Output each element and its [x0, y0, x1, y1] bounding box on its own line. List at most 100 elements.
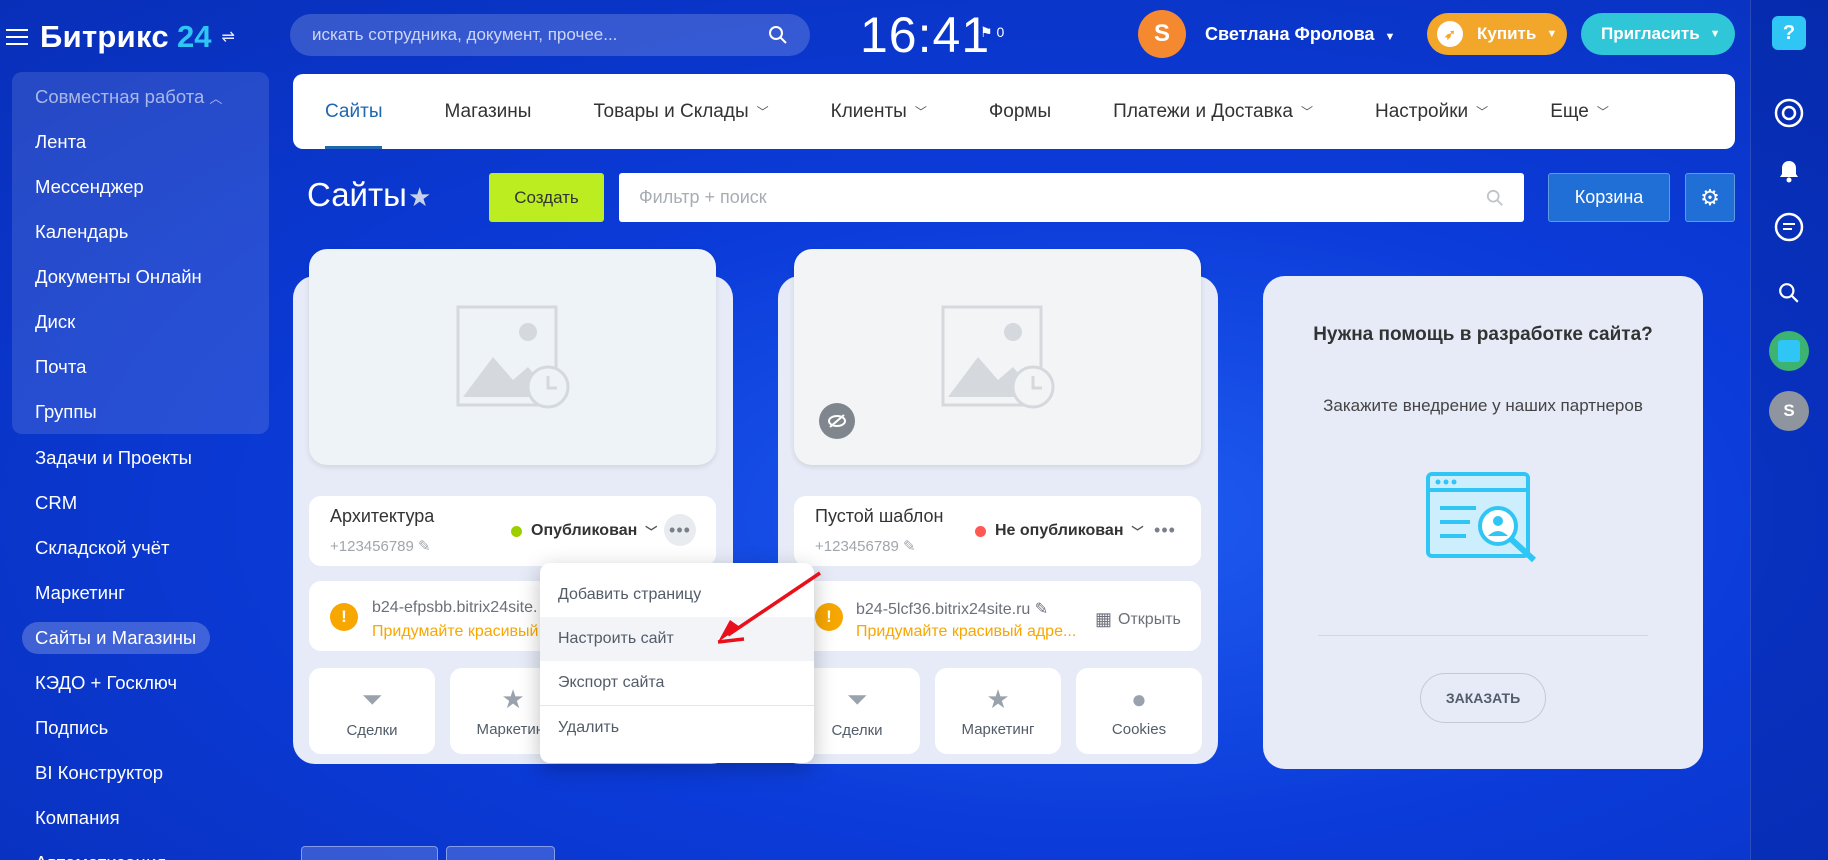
sidebar-item-bi[interactable]: BI Конструктор: [35, 762, 163, 784]
contact-avatar[interactable]: S: [1769, 391, 1809, 431]
sidebar-item-inventory[interactable]: Складской учёт: [35, 537, 170, 559]
global-search-input[interactable]: [312, 25, 768, 45]
promo-title: Нужна помощь в разработке сайта?: [1313, 324, 1653, 345]
tile-label: Cookies: [1111, 721, 1167, 738]
sidebar-item-tasks[interactable]: Задачи и Проекты: [35, 447, 192, 469]
sidebar-item-sign[interactable]: Подпись: [35, 717, 108, 739]
partner-search-icon: [1426, 472, 1537, 563]
buy-button[interactable]: ➶ Купить ▼: [1427, 13, 1567, 55]
sync-icon[interactable]: [1769, 93, 1809, 133]
tile-cookies[interactable]: ● Cookies: [1076, 668, 1202, 754]
flag-counter[interactable]: ⚑ 0: [980, 24, 1004, 41]
status-dropdown[interactable]: Опубликован ﹀: [511, 522, 657, 540]
site-phone[interactable]: +123456789 ✎: [815, 537, 916, 555]
star-icon: ★: [501, 684, 525, 714]
annotation-arrow-icon: [717, 571, 821, 644]
divider: [1318, 635, 1648, 636]
tab-settings[interactable]: Настройки ﹀: [1375, 74, 1488, 149]
image-placeholder-icon: [456, 305, 569, 409]
tab-label: Магазины: [444, 100, 532, 122]
tab-clients[interactable]: Клиенты ﹀: [831, 74, 927, 149]
star-icon[interactable]: ★: [408, 182, 431, 213]
menu-icon[interactable]: [6, 29, 28, 45]
site-name[interactable]: Пустой шаблон: [815, 506, 943, 527]
tile-label: Сделки: [346, 721, 398, 739]
sidebar-item-mail[interactable]: Почта: [35, 356, 86, 378]
logo-number: 24: [176, 19, 212, 54]
tab-label: Платежи и Доставка: [1113, 100, 1293, 122]
filter-search[interactable]: [619, 173, 1524, 222]
status-label: Опубликован: [531, 522, 638, 539]
bottom-tab[interactable]: [301, 846, 438, 860]
tab-shops[interactable]: Магазины: [444, 74, 531, 149]
sidebar-item-marketing[interactable]: Маркетинг: [35, 582, 125, 604]
open-site-link[interactable]: ▦ Открыть: [1095, 609, 1181, 630]
top-nav: Сайты Магазины Товары и Склады ﹀ Клиенты ﹀…: [293, 74, 1735, 149]
user-menu[interactable]: Светлана Фролова ▼: [1205, 24, 1395, 45]
site-url[interactable]: b24-efpsbb.bitrix24site.: [372, 599, 537, 617]
rocket-icon: ➶: [1437, 21, 1463, 47]
site-preview[interactable]: [794, 249, 1201, 465]
bottom-tab[interactable]: [446, 846, 555, 860]
sidebar-item-calendar[interactable]: Календарь: [35, 221, 128, 243]
more-icon[interactable]: •••: [1149, 514, 1181, 546]
sidebar-item-feed[interactable]: Лента: [35, 131, 86, 153]
site-url[interactable]: b24-5lcf36.bitrix24site.ru ✎: [856, 599, 1048, 619]
tab-label: Клиенты: [830, 100, 907, 122]
global-search[interactable]: [290, 14, 810, 56]
clock[interactable]: 16:41: [860, 6, 990, 64]
tile-deals[interactable]: ⏷ Сделки: [309, 668, 435, 754]
address-hint[interactable]: Придумайте красивый: [372, 623, 539, 641]
site-phone[interactable]: +123456789 ✎: [330, 537, 431, 555]
tile-marketing[interactable]: ★ Маркетинг: [935, 668, 1061, 754]
sidebar-item-documents[interactable]: Документы Онлайн: [35, 266, 202, 288]
sidebar-item-automation[interactable]: Автоматизация: [35, 852, 166, 860]
sidebar-item-sites[interactable]: Сайты и Магазины: [35, 627, 196, 649]
settings-sliders-icon[interactable]: ⇌: [221, 27, 234, 47]
search-icon[interactable]: [1769, 273, 1809, 313]
address-hint[interactable]: Придумайте красивый адре...: [856, 623, 1076, 641]
sidebar-item-crm[interactable]: CRM: [35, 492, 77, 514]
chevron-down-icon: ﹀: [1300, 105, 1313, 119]
logo[interactable]: Битрикс 24 ⇌: [0, 8, 235, 66]
chevron-up-icon: ︿: [209, 91, 223, 106]
sidebar-item-groups[interactable]: Группы: [35, 401, 97, 423]
tab-goods[interactable]: Товары и Склады ﹀: [593, 74, 768, 149]
search-icon[interactable]: [768, 25, 788, 45]
invite-button[interactable]: Пригласить ▼: [1581, 13, 1735, 55]
sidebar-item-messenger[interactable]: Мессенджер: [35, 176, 144, 198]
bell-icon[interactable]: [1769, 151, 1809, 191]
tile-label: Маркетинг: [476, 721, 550, 738]
site-name[interactable]: Архитектура: [330, 506, 434, 527]
user-avatar[interactable]: S: [1138, 10, 1186, 58]
tab-payments[interactable]: Платежи и Доставка ﹀: [1113, 74, 1313, 149]
status-dropdown[interactable]: Не опубликован ﹀: [975, 522, 1144, 540]
gear-icon[interactable]: ⚙: [1685, 173, 1735, 222]
chevron-down-icon: ﹀: [645, 524, 658, 539]
more-icon[interactable]: •••: [664, 514, 696, 546]
chat-icon[interactable]: [1769, 207, 1809, 247]
sidebar-item-disk[interactable]: Диск: [35, 311, 75, 333]
tab-more[interactable]: Еще ﹀: [1550, 74, 1609, 149]
search-icon[interactable]: [1486, 189, 1504, 207]
sidebar-item-company[interactable]: Компания: [35, 807, 120, 829]
filter-input[interactable]: [639, 187, 1486, 208]
create-button[interactable]: Создать: [489, 173, 604, 222]
promo-subtitle: Закажите внедрение у наших партнеров: [1323, 396, 1643, 415]
chevron-down-icon: ﹀: [914, 105, 927, 119]
tab-sites[interactable]: Сайты: [325, 74, 383, 149]
sidebar-item-kedo[interactable]: КЭДО + Госключ: [35, 672, 177, 694]
chevron-down-icon: ﹀: [1476, 105, 1489, 119]
cart-button[interactable]: Корзина: [1548, 173, 1670, 222]
group-chat-icon[interactable]: [1769, 331, 1809, 371]
menu-item-delete[interactable]: Удалить: [540, 706, 814, 750]
menu-item-export-site[interactable]: Экспорт сайта: [540, 661, 814, 705]
tab-forms[interactable]: Формы: [989, 74, 1051, 149]
star-icon: ★: [986, 684, 1010, 714]
site-preview[interactable]: [309, 249, 716, 465]
help-icon[interactable]: ?: [1772, 16, 1806, 50]
partner-promo: Нужна помощь в разработке сайта? Закажит…: [1263, 276, 1703, 769]
tab-label: Еще: [1550, 100, 1589, 122]
order-button[interactable]: ЗАКАЗАТЬ: [1420, 673, 1546, 723]
sidebar-group-header[interactable]: Совместная работа ︿: [35, 86, 222, 108]
